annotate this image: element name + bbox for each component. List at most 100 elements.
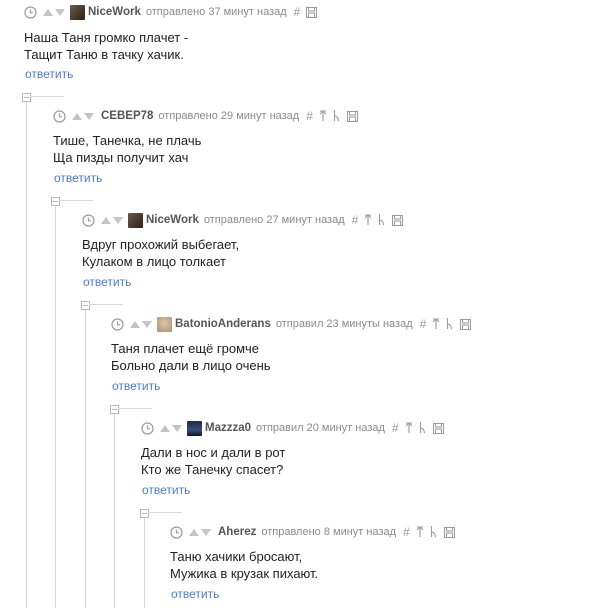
rating [160,424,182,432]
thread-line-5 [144,514,145,608]
hash-icon[interactable]: # [392,421,399,435]
author-link[interactable]: Mazzza0 [205,422,251,434]
comment-line: Кулаком в лицо толкает [82,254,227,269]
avatar[interactable] [128,212,143,228]
hash-icon[interactable]: # [306,109,313,123]
reply-link[interactable]: ответить [83,275,131,289]
rating [101,216,123,224]
timestamp[interactable]: отправлено 37 минут назад [146,6,287,18]
thread-icon[interactable] [446,318,454,330]
thread-icon[interactable] [333,110,341,122]
thread-separator [30,96,64,97]
rating [72,112,94,120]
reply-link[interactable]: ответить [112,379,160,393]
hash-icon[interactable]: # [403,525,410,539]
save-icon[interactable] [346,110,358,122]
parent-icon[interactable] [416,526,424,538]
thread-separator [118,408,152,409]
thread-separator [148,512,182,513]
comment-tools: # [352,213,404,227]
reply-link[interactable]: ответить [25,67,73,81]
parent-icon[interactable] [364,214,372,226]
thread-icon[interactable] [430,526,438,538]
thread-icon[interactable] [378,214,386,226]
comment-line: Наша Таня громко плачет - [24,30,189,45]
timestamp[interactable]: отправлено 27 минут назад [204,214,345,226]
parent-icon[interactable] [405,422,413,434]
comment-line: Мужика в крузак пихают. [170,566,319,581]
reply-link[interactable]: ответить [142,483,190,497]
comment-line: Больно дали в лицо очень [111,358,271,373]
thread-line-3 [85,306,86,608]
collapse-toggle-5[interactable] [140,509,149,518]
thread-separator [59,200,93,201]
comment-line: Таню хачики бросают, [170,549,303,564]
vote-up-icon[interactable] [189,528,199,536]
save-icon[interactable] [460,318,472,330]
reply-link[interactable]: ответить [171,587,219,601]
clock-icon [111,317,124,331]
vote-up-icon[interactable] [72,112,82,120]
comment-text: Наша Таня громко плачет - Тащит Таню в т… [24,29,188,63]
vote-up-icon[interactable] [130,320,140,328]
reply-link[interactable]: ответить [54,171,102,185]
vote-down-icon[interactable] [113,216,123,224]
author-link[interactable]: CEBEP78 [101,110,153,122]
timestamp[interactable]: отправил 20 минут назад [256,422,385,434]
vote-up-icon[interactable] [43,8,53,16]
comment-tools: # [306,109,358,123]
parent-icon[interactable] [319,110,327,122]
vote-up-icon[interactable] [160,424,170,432]
thread-line-2 [55,202,56,608]
hash-icon[interactable]: # [420,317,427,331]
vote-down-icon[interactable] [55,8,65,16]
comment-line: Вдруг прохожий выбегает, [82,237,240,252]
comment-line: Ща пизды получит хач [53,150,189,165]
thread-separator [89,304,123,305]
thread-line-4 [114,410,115,608]
comment-text: Тише, Танечка, не плачь Ща пизды получит… [53,132,201,166]
save-icon[interactable] [306,6,318,18]
save-icon[interactable] [392,214,404,226]
author-link[interactable]: NiceWork [88,6,141,18]
collapse-toggle-4[interactable] [110,405,119,414]
thread-icon[interactable] [419,422,427,434]
comment-header: Aherez отправлено 8 минут назад # [170,523,455,541]
vote-up-icon[interactable] [101,216,111,224]
comment-tools: # [294,5,318,19]
author-link[interactable]: Aherez [218,526,256,538]
clock-icon [24,5,37,19]
collapse-toggle-3[interactable] [81,301,90,310]
rating [189,528,211,536]
comment-header: NiceWork отправлено 27 минут назад # [82,211,404,229]
comment-tools: # [420,317,472,331]
timestamp[interactable]: отправлено 29 минут назад [158,110,299,122]
comment-tools: # [392,421,444,435]
collapse-toggle-2[interactable] [51,197,60,206]
author-link[interactable]: NiceWork [146,214,199,226]
save-icon[interactable] [432,422,444,434]
avatar[interactable] [157,316,172,332]
comment-text: Таня плачет ещё громче Больно дали в лиц… [111,340,271,374]
save-icon[interactable] [443,526,455,538]
comment-text: Дали в нос и дали в рот Кто же Танечку с… [141,444,285,478]
author-link[interactable]: BatonioAnderans [175,318,271,330]
comment-line: Тащит Таню в тачку хачик. [24,47,184,62]
comment-header: Mazzza0 отправил 20 минут назад # [141,419,444,437]
comment-text: Вдруг прохожий выбегает, Кулаком в лицо … [82,236,239,270]
parent-icon[interactable] [432,318,440,330]
vote-down-icon[interactable] [201,528,211,536]
vote-down-icon[interactable] [84,112,94,120]
comment-header: NiceWork отправлено 37 минут назад # [24,3,318,21]
hash-icon[interactable]: # [294,5,301,19]
clock-icon [82,213,95,227]
hash-icon[interactable]: # [352,213,359,227]
timestamp[interactable]: отправил 23 минуты назад [276,318,413,330]
avatar[interactable] [187,420,202,436]
vote-down-icon[interactable] [172,424,182,432]
avatar[interactable] [70,4,85,20]
vote-down-icon[interactable] [142,320,152,328]
timestamp[interactable]: отправлено 8 минут назад [261,526,396,538]
collapse-toggle-1[interactable] [22,93,31,102]
comment-line: Дали в нос и дали в рот [141,445,286,460]
